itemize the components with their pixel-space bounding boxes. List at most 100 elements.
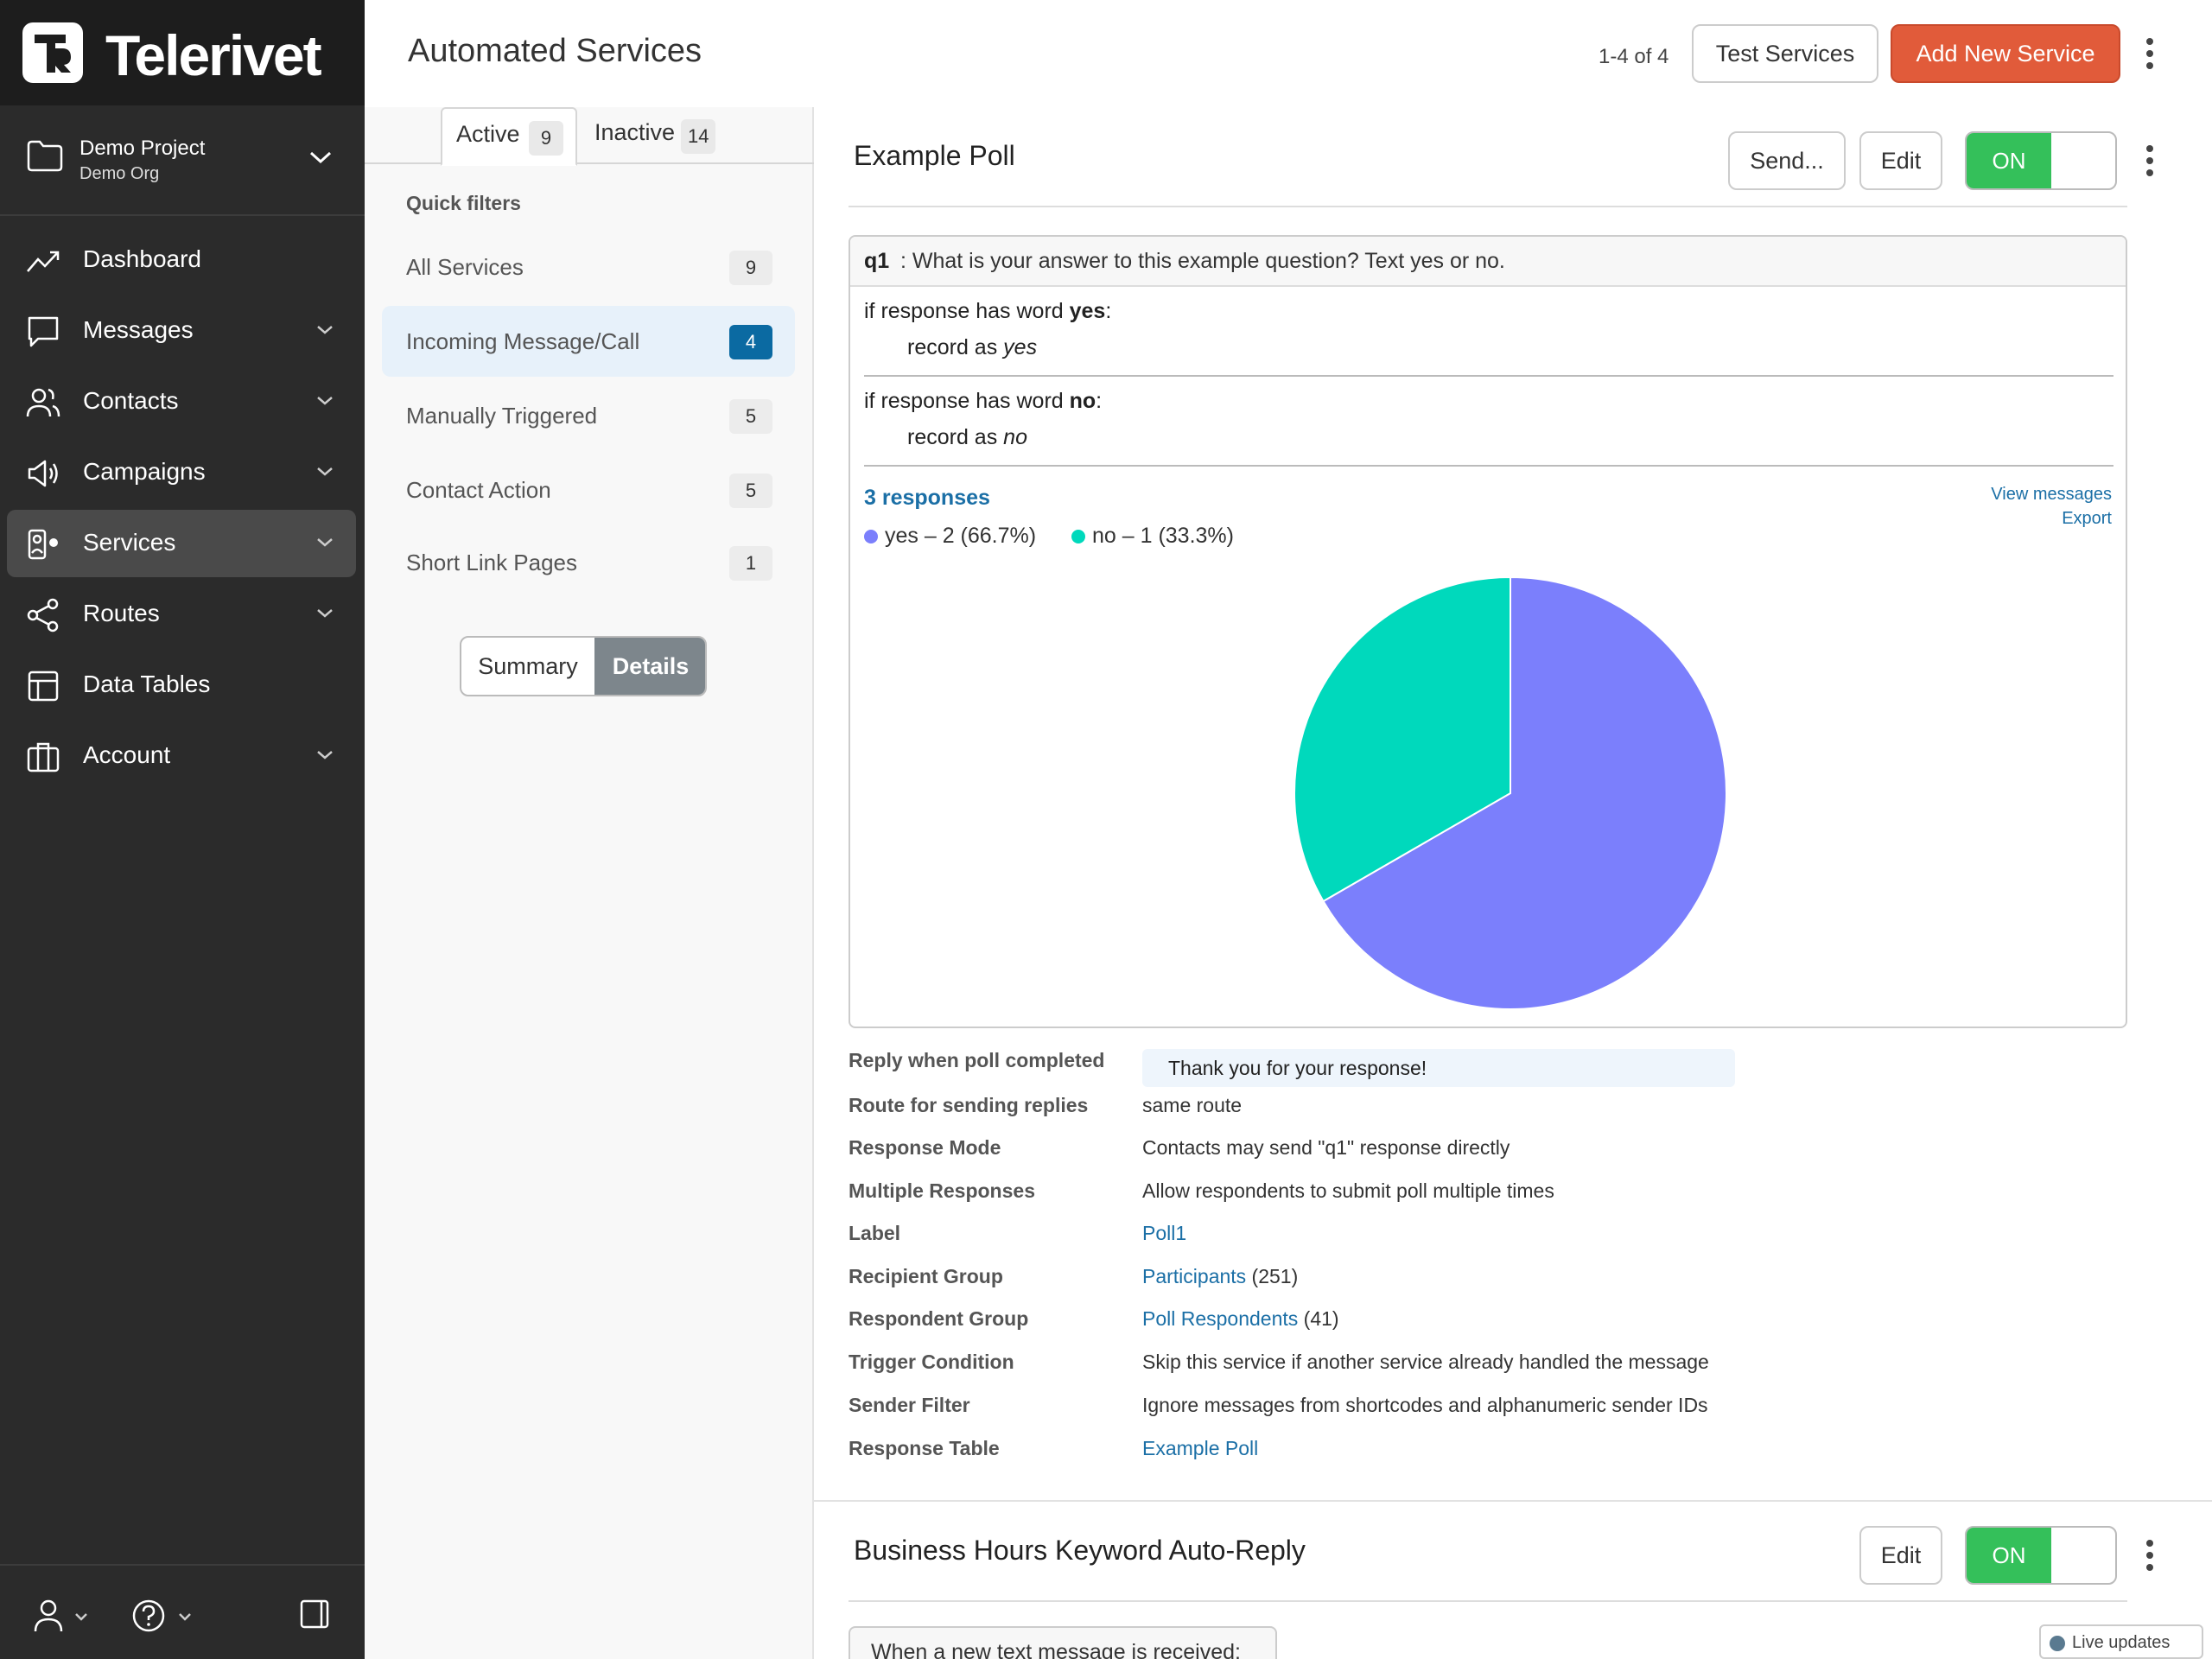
filter-count-badge: 4 [729,325,772,359]
share-nodes-icon [27,598,59,632]
trigger-text: When a new text message is received: [871,1640,1241,1659]
sidebar-item-dashboard[interactable]: Dashboard [7,226,356,294]
filter-incoming-message-call[interactable]: Incoming Message/Call 4 [382,306,795,377]
test-services-button[interactable]: Test Services [1692,24,1878,83]
service-title: Example Poll [854,140,1015,171]
detail-key: Route for sending replies [849,1094,1089,1116]
org-name: Demo Org [79,164,160,183]
live-updates-label: Live updates [2072,1633,2171,1652]
detail-key: Recipient Group [849,1265,1003,1287]
summary-view-button[interactable]: Summary [461,638,594,695]
rule-record-action: record as yes [907,335,1038,359]
edit-button[interactable]: Edit [1859,131,1942,190]
project-switcher[interactable]: Demo Project Demo Org [0,107,365,216]
responses-count-link[interactable]: 3 responses [864,486,990,511]
sidebar-item-contacts[interactable]: Contacts [7,368,356,435]
filter-count-badge: 5 [729,399,772,434]
chevron-down-icon [317,397,333,405]
responses-pie-chart [1294,575,1727,1010]
sidebar-item-label: Services [83,529,176,556]
poll-question-panel: q1 : What is your answer to this example… [849,235,2127,1028]
service-on-toggle[interactable]: ON [1965,1526,2117,1585]
label-link[interactable]: Poll1 [1142,1222,1186,1244]
more-options-icon[interactable] [2145,1538,2155,1573]
detail-key: Response Mode [849,1136,1001,1159]
filter-label: Manually Triggered [406,403,598,429]
response-table-link[interactable]: Example Poll [1142,1437,1258,1459]
respondent-group-link[interactable]: Poll Respondents [1142,1307,1298,1330]
export-link[interactable]: Export [1991,506,2112,531]
detail-key: Multiple Responses [849,1179,1035,1202]
page-header: Automated Services 1-4 of 4 Test Service… [365,0,2212,107]
question-header: q1 : What is your answer to this example… [850,237,2126,287]
detail-value: Contacts may send "q1" response directly [1142,1136,1510,1159]
view-messages-link[interactable]: View messages [1991,482,2112,506]
collapse-sidebar-button[interactable] [299,1599,330,1634]
trigger-panel: When a new text message is received: [849,1626,1277,1659]
toggle-on-label: ON [1967,1528,2051,1583]
sidebar-item-label: Contacts [83,387,179,414]
filter-manually-triggered[interactable]: Manually Triggered 5 [382,380,795,451]
filter-label: All Services [406,254,524,280]
edit-button[interactable]: Edit [1859,1526,1942,1585]
sidebar-item-label: Messages [83,316,194,343]
detail-key: Label [849,1222,901,1244]
chevron-down-icon[interactable] [308,149,334,166]
sidebar-footer [0,1564,365,1659]
tab-count-badge: 14 [681,119,716,154]
sidebar-panel-icon [300,1599,329,1629]
filter-short-link-pages[interactable]: Short Link Pages 1 [382,527,795,598]
chevron-down-icon [317,538,333,547]
sidebar-item-campaigns[interactable]: Campaigns [7,439,356,506]
filter-contact-action[interactable]: Contact Action 5 [382,454,795,525]
tab-count-badge: 9 [529,121,563,156]
filter-all-services[interactable]: All Services 9 [382,232,795,302]
detail-key: Reply when poll completed [849,1049,1105,1071]
details-view-button[interactable]: Details [594,638,705,695]
sidebar-item-services[interactable]: Services [7,510,356,577]
brand-name: Telerivet [105,23,322,87]
user-icon [34,1599,87,1632]
folder-icon [27,140,63,172]
filter-panel: Active 9 Inactive 14 Quick filters All S… [365,107,814,1659]
sidebar-item-label: Data Tables [83,671,211,697]
response-rule: if response has word yes: [864,299,1112,323]
user-menu[interactable] [31,1599,92,1637]
quick-filters-heading: Quick filters [406,192,521,214]
divider [849,206,2127,207]
question-text: : What is your answer to this example qu… [900,249,1505,273]
live-updates-indicator[interactable]: Live updates [2039,1624,2203,1659]
tab-active[interactable]: Active 9 [441,107,577,166]
send-button[interactable]: Send... [1728,131,1846,190]
divider [864,465,2113,467]
more-options-icon[interactable] [2145,143,2155,178]
services-list: Example Poll Send... Edit ON q1 : What i… [814,107,2212,1659]
tab-label: Inactive [594,119,676,145]
legend-dot [864,530,878,544]
group-count: (41) [1298,1307,1339,1330]
sidebar-item-account[interactable]: Account [7,722,356,790]
sidebar-item-label: Routes [83,600,160,626]
sidebar-item-data-tables[interactable]: Data Tables [7,652,356,719]
sidebar: Telerivet Demo Project Demo Org Dashboar… [0,0,365,1659]
briefcase-icon [27,742,60,772]
sidebar-item-label: Account [83,741,171,768]
divider [864,375,2113,377]
help-menu[interactable] [131,1599,197,1637]
reply-message: Thank you for your response! [1142,1049,1735,1087]
filter-count-badge: 9 [729,251,772,285]
telerivet-logo-icon[interactable] [22,22,83,83]
tab-label: Active [456,121,520,147]
tab-inactive[interactable]: Inactive 14 [579,107,734,166]
detail-value: Skip this service if another service alr… [1142,1351,1709,1373]
live-status-dot [2050,1636,2065,1651]
legend-item-no: no – 1 (33.3%) [1071,524,1234,549]
group-count: (251) [1246,1265,1299,1287]
more-options-icon[interactable] [2145,36,2155,71]
sidebar-item-messages[interactable]: Messages [7,297,356,365]
sidebar-item-label: Dashboard [83,245,201,272]
service-on-toggle[interactable]: ON [1965,131,2117,190]
recipient-group-link[interactable]: Participants [1142,1265,1246,1287]
sidebar-item-routes[interactable]: Routes [7,581,356,648]
add-new-service-button[interactable]: Add New Service [1891,24,2120,83]
